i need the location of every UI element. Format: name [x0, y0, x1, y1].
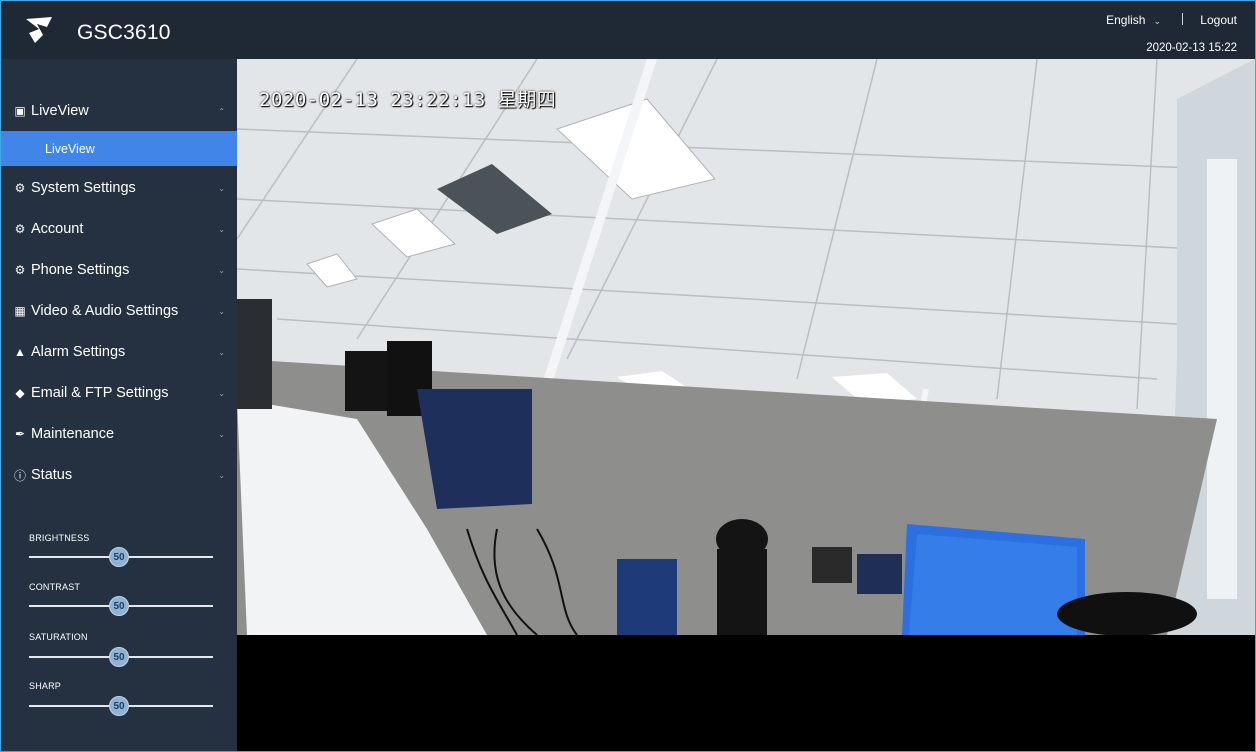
sidebar-item-liveview[interactable]: ▣ LiveView ⌃	[1, 91, 237, 131]
top-bar: GSC3610 English ⌄ Logout 2020-02-13 15:22	[1, 1, 1255, 59]
contrast-label: CONTRAST	[29, 582, 81, 592]
email-icon: ◆	[15, 386, 25, 400]
sidebar-item-video-audio-settings[interactable]: ▦ Video & Audio Settings ⌄	[1, 291, 237, 331]
language-select[interactable]: English ⌄	[1106, 13, 1161, 27]
chevron-down-icon: ⌄	[218, 347, 225, 357]
sidebar-item-label: System Settings	[31, 180, 136, 196]
info-icon: ⓘ	[13, 468, 26, 483]
live-video-stream[interactable]: 2020-02-13 23:22:13 星期四	[237, 59, 1255, 635]
product-name: GSC3610	[77, 21, 171, 44]
divider	[1182, 13, 1183, 25]
gear-icon: ⚙	[14, 222, 26, 236]
sidebar: ▣ LiveView ⌃ LiveView ⚙ System Settings …	[1, 59, 237, 751]
sidebar-item-label: Video & Audio Settings	[31, 303, 179, 319]
grandstream-logo-icon	[26, 17, 52, 43]
wrench-icon: ✒	[14, 427, 26, 441]
sidebar-item-label: Status	[31, 467, 73, 483]
saturation-slider-knob[interactable]: 50	[109, 647, 129, 667]
sidebar-item-label: Maintenance	[31, 426, 115, 442]
sidebar-item-alarm-settings[interactable]: ▲ Alarm Settings ⌄	[1, 332, 237, 372]
contrast-slider-knob[interactable]: 50	[109, 596, 129, 616]
chevron-down-icon: ⌄	[218, 470, 225, 480]
camera-scene-image	[237, 59, 1255, 635]
chevron-down-icon: ⌄	[218, 265, 225, 275]
sidebar-item-phone-settings[interactable]: ⚙ Phone Settings ⌄	[1, 250, 237, 290]
sharp-label: SHARP	[29, 681, 62, 691]
video-timestamp-overlay: 2020-02-13 23:22:13 星期四	[259, 89, 557, 111]
sidebar-item-maintenance[interactable]: ✒ Maintenance ⌄	[1, 414, 237, 454]
chevron-down-icon: ⌄	[218, 429, 225, 439]
sidebar-item-label: Phone Settings	[31, 262, 130, 278]
chevron-down-icon: ⌄	[218, 224, 225, 234]
app-window: GSC3610 English ⌄ Logout 2020-02-13 15:22…	[0, 0, 1256, 752]
device-datetime: 2020-02-13 15:22	[1146, 42, 1237, 54]
chevron-down-icon: ⌄	[218, 183, 225, 193]
sidebar-item-label: Account	[31, 221, 84, 237]
language-label: English	[1106, 13, 1146, 27]
saturation-label: SATURATION	[29, 632, 88, 642]
gear-icon: ⚙	[14, 181, 26, 195]
chevron-down-icon: ⌄	[218, 306, 225, 316]
sidebar-item-account[interactable]: ⚙ Account ⌄	[1, 209, 237, 249]
chevron-down-icon: ⌄	[1153, 16, 1161, 26]
sidebar-subitem-liveview[interactable]: LiveView	[1, 131, 237, 166]
chevron-down-icon: ⌄	[218, 388, 225, 398]
video-icon: ▣	[14, 104, 26, 118]
brightness-label: BRIGHTNESS	[29, 533, 90, 543]
logout-link[interactable]: Logout	[1200, 13, 1237, 27]
brightness-slider-knob[interactable]: 50	[109, 547, 129, 567]
sidebar-item-label: Alarm Settings	[31, 344, 126, 360]
gear-icon: ⚙	[14, 263, 26, 277]
alarm-icon: ▲	[14, 345, 26, 359]
sidebar-item-label: LiveView	[31, 103, 89, 119]
sidebar-item-label: Email & FTP Settings	[31, 385, 169, 401]
sharp-slider-knob[interactable]: 50	[109, 696, 129, 716]
camera-icon: ▦	[14, 304, 26, 318]
sidebar-item-email-ftp-settings[interactable]: ◆ Email & FTP Settings ⌄	[1, 373, 237, 413]
liveview-panel: 2020-02-13 23:22:13 星期四	[237, 59, 1255, 751]
sidebar-item-status[interactable]: ⓘ Status ⌄	[1, 455, 237, 495]
sidebar-item-system-settings[interactable]: ⚙ System Settings ⌄	[1, 168, 237, 208]
chevron-up-icon: ⌃	[218, 106, 225, 116]
